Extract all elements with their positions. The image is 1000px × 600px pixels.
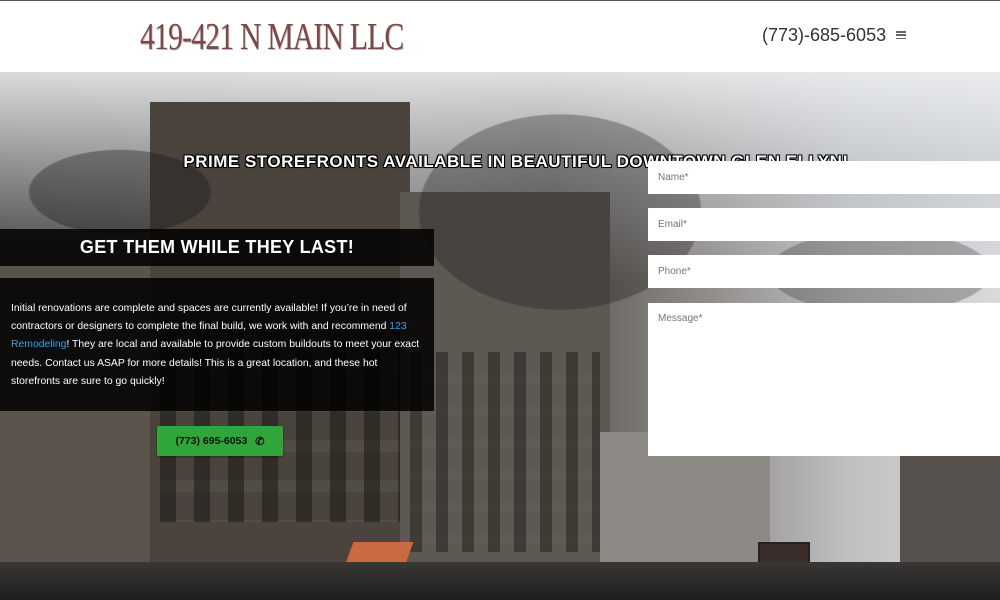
message-field[interactable]: [648, 303, 1000, 456]
hero-description: Initial renovations are complete and spa…: [0, 278, 434, 411]
description-text: Initial renovations are complete and spa…: [11, 303, 407, 333]
site-header: 419-421 N MAIN LLC (773)-685-6053: [0, 0, 1000, 72]
email-field[interactable]: [648, 208, 1000, 241]
phone-field[interactable]: [648, 255, 1000, 288]
hamburger-icon[interactable]: [896, 31, 906, 39]
phone-icon: ✆: [255, 435, 265, 448]
call-button-label: (773) 695-6053: [175, 435, 248, 447]
description-text: ! They are local and available to provid…: [11, 339, 420, 387]
call-button[interactable]: (773) 695-6053 ✆: [157, 426, 283, 456]
hero-tagline: GET THEM WHILE THEY LAST!: [0, 229, 434, 266]
name-field[interactable]: [648, 161, 1000, 194]
site-logo[interactable]: 419-421 N MAIN LLC: [140, 15, 404, 59]
header-phone[interactable]: (773)-685-6053: [762, 25, 886, 46]
